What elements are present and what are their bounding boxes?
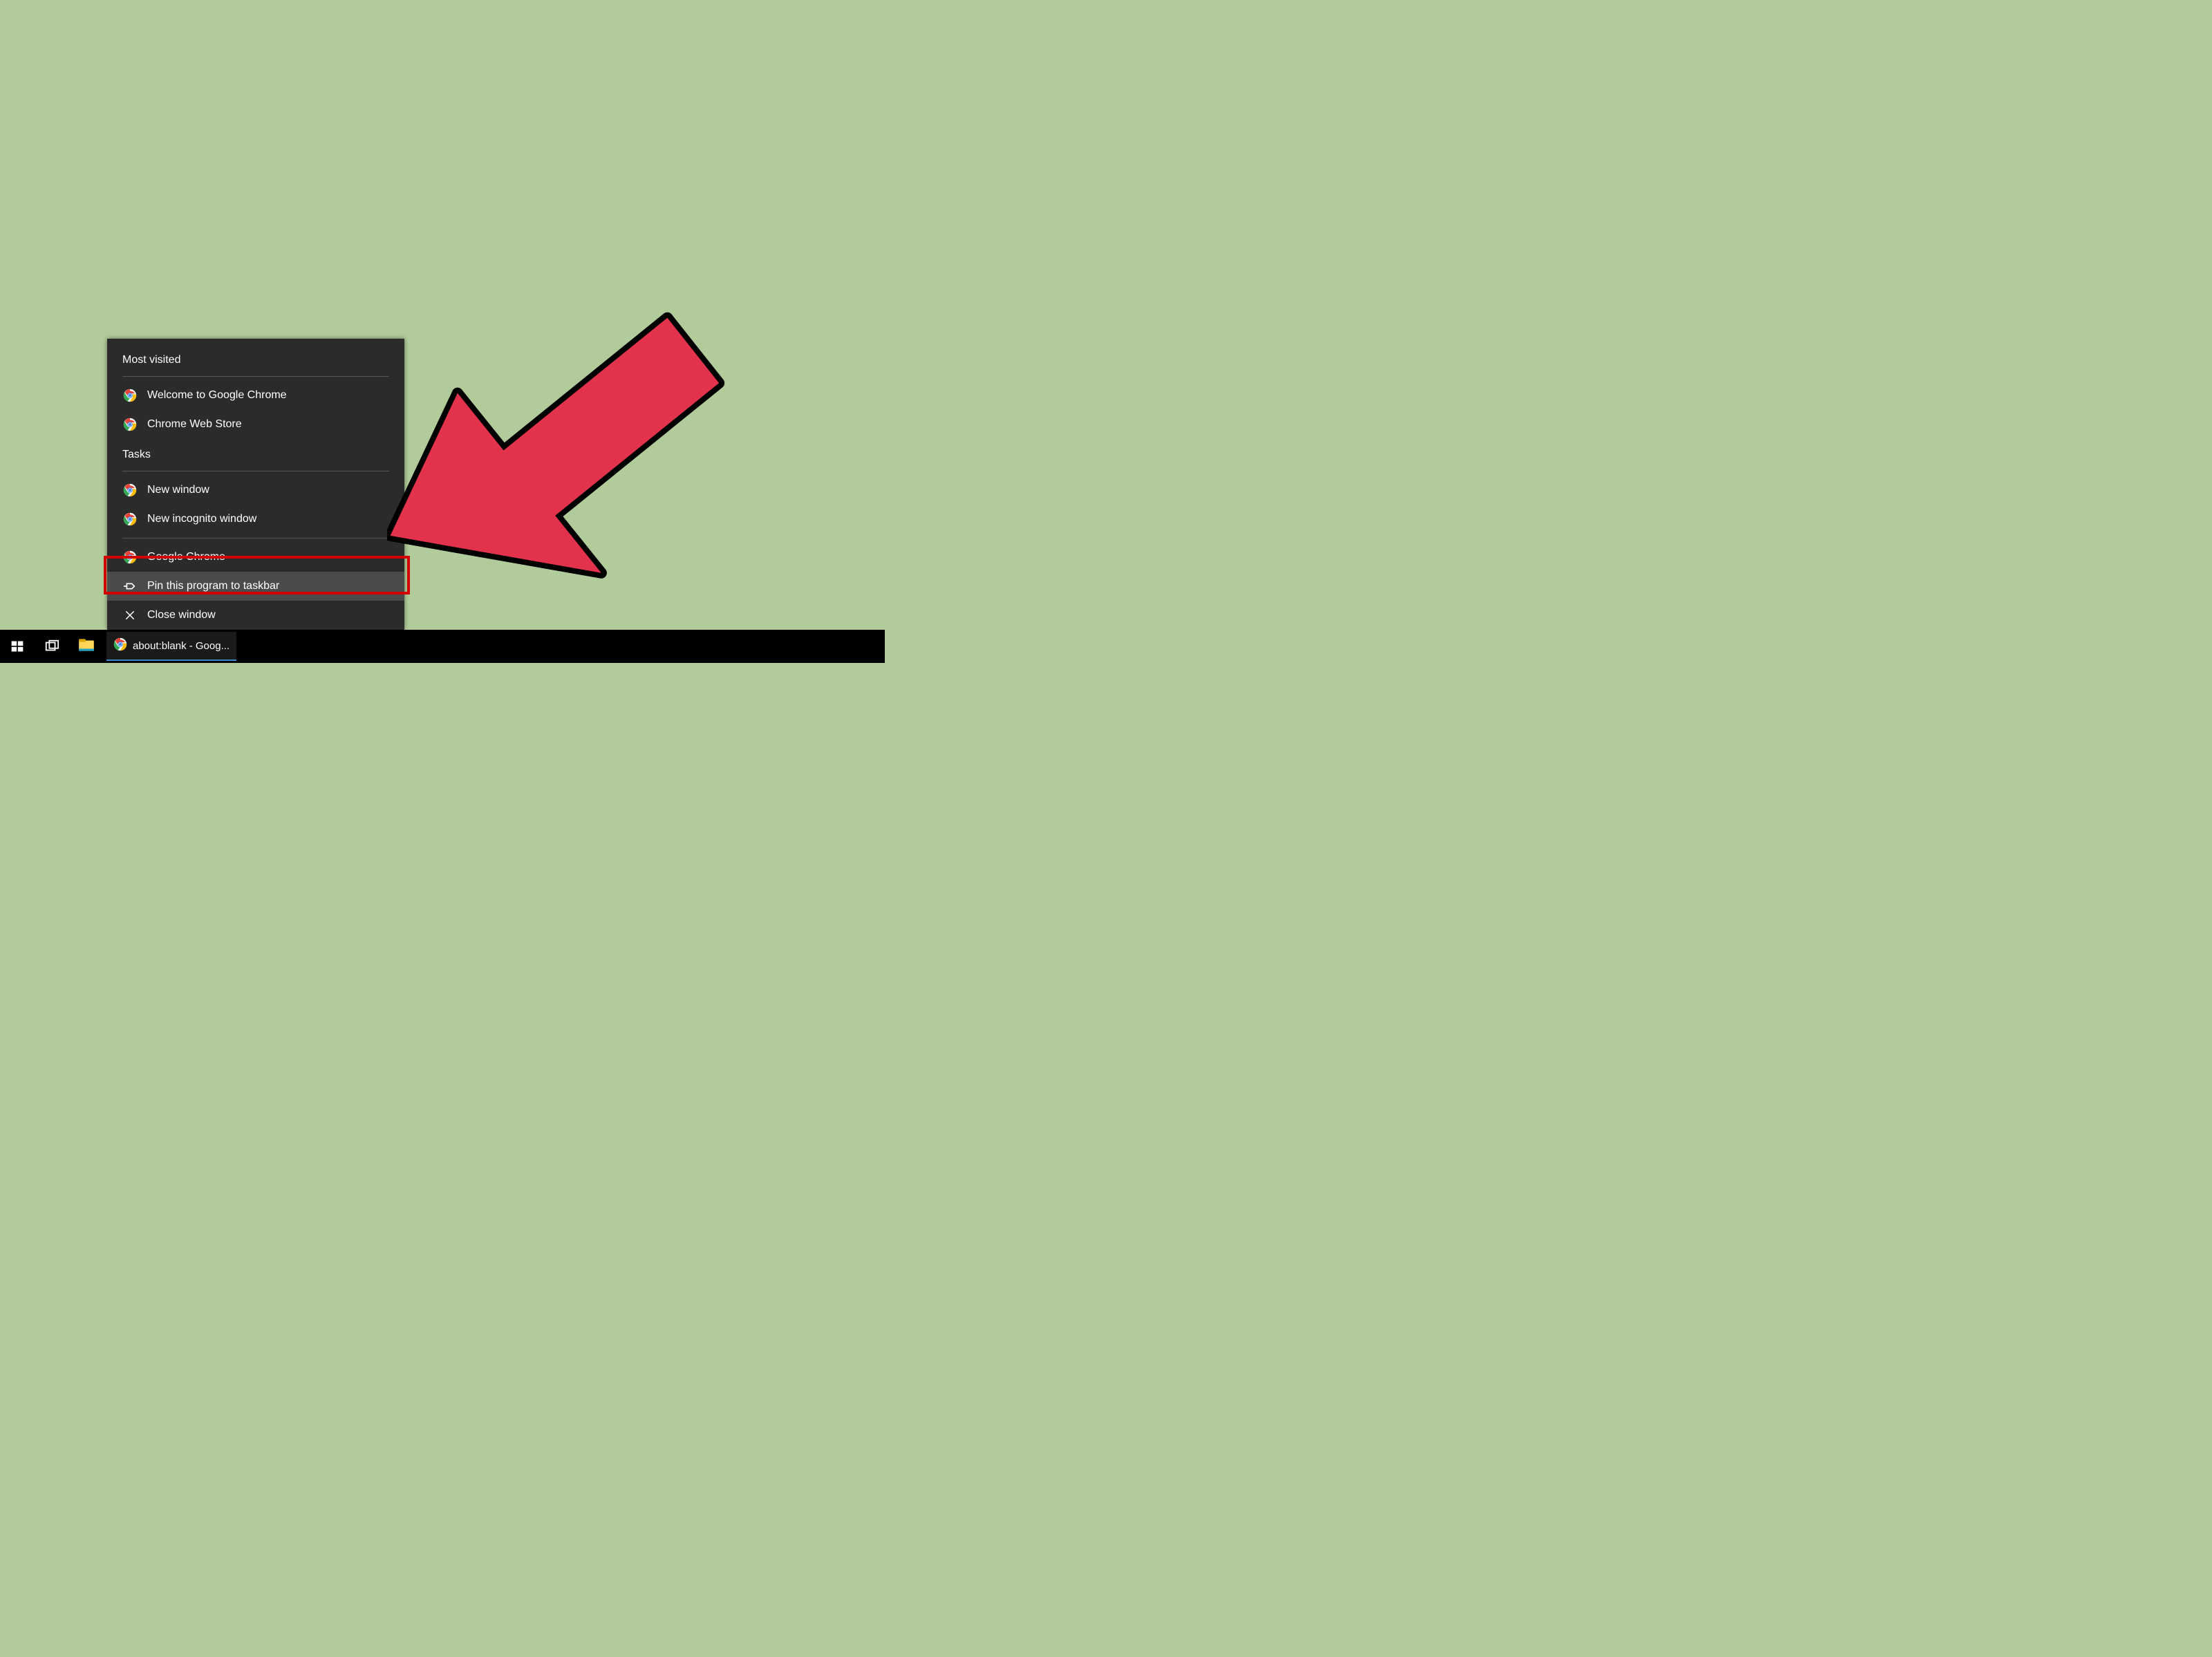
jumplist-item-label: Welcome to Google Chrome [147,389,287,402]
jumplist-item-chrome-web-store[interactable]: Chrome Web Store [107,410,404,439]
task-view-button[interactable] [35,630,69,663]
chrome-icon [113,637,127,654]
file-explorer-button[interactable] [69,630,104,663]
taskbar: about:blank - Goog... [0,630,885,663]
file-explorer-icon [77,636,95,657]
taskbar-app-label: about:blank - Goog... [133,640,229,652]
jumplist-item-new-incognito[interactable]: New incognito window [107,505,404,534]
chrome-icon [122,417,138,432]
jumplist-item-label: New window [147,484,209,496]
jumplist-item-label: Google Chrome [147,551,225,563]
close-icon [122,608,138,623]
chrome-icon [122,512,138,527]
jumplist-item-google-chrome[interactable]: Google Chrome [107,543,404,572]
jumplist-item-pin-to-taskbar[interactable]: Pin this program to taskbar [107,572,404,601]
jumplist-item-new-window[interactable]: New window [107,476,404,505]
pin-icon [122,579,138,594]
chrome-icon [122,388,138,403]
annotation-arrow-icon [387,228,774,595]
chrome-icon [122,550,138,565]
jumplist-item-close-window[interactable]: Close window [107,601,404,630]
taskbar-app-chrome[interactable]: about:blank - Goog... [106,632,236,661]
windows-logo-icon [10,639,24,653]
jumplist-item-label: New incognito window [147,513,256,525]
jumplist-separator [122,376,389,377]
jumplist-separator [122,538,389,539]
jumplist-heading-most-visited: Most visited [107,344,404,372]
jumplist-item-label: Close window [147,609,216,621]
jumplist-item-welcome-chrome[interactable]: Welcome to Google Chrome [107,381,404,410]
taskbar-jumplist: Most visited Welcome to Google Chrome [107,339,404,630]
jumplist-item-label: Chrome Web Store [147,418,242,431]
start-button[interactable] [0,630,35,663]
jumplist-heading-tasks: Tasks [107,439,404,467]
task-view-icon [44,639,59,654]
jumplist-item-label: Pin this program to taskbar [147,580,279,592]
chrome-icon [122,483,138,498]
